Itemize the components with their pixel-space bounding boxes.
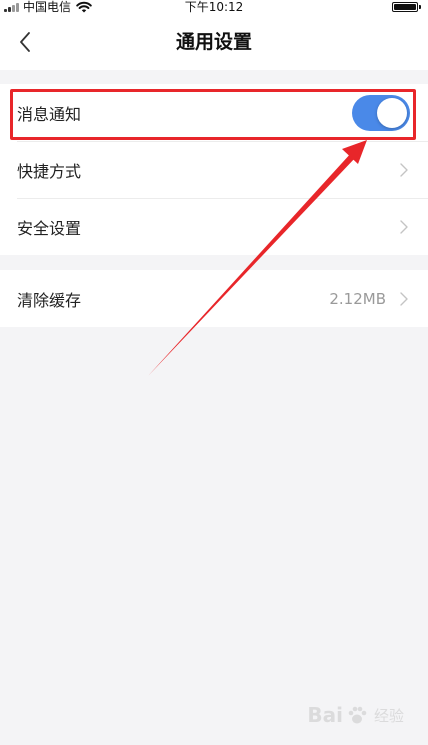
row-label: 快捷方式: [17, 161, 82, 181]
chevron-left-icon: [20, 32, 30, 52]
settings-group-storage: 清除缓存 2.12MB: [0, 270, 428, 327]
baidu-watermark: Bai 经验: [307, 703, 404, 727]
settings-group-general: 消息通知 快捷方式 安全设置: [0, 84, 428, 255]
row-label: 消息通知: [17, 104, 82, 124]
cache-size-value: 2.12MB: [329, 289, 386, 308]
watermark-sub: 经验: [373, 706, 404, 725]
row-shortcuts[interactable]: 快捷方式: [0, 141, 428, 198]
status-bar: 中国电信 下午10:12: [0, 0, 428, 14]
status-time: 下午10:12: [184, 0, 244, 14]
back-button[interactable]: [10, 27, 40, 57]
chevron-right-icon: [400, 219, 408, 234]
toggle-knob: [377, 97, 407, 128]
page-title: 通用设置: [175, 31, 252, 53]
chevron-right-icon: [400, 291, 408, 306]
paw-icon: [348, 706, 367, 724]
watermark-brand: Bai: [307, 703, 343, 727]
chevron-right-icon: [400, 162, 408, 177]
row-clear-cache[interactable]: 清除缓存 2.12MB: [0, 270, 428, 327]
battery-icon: [392, 2, 421, 12]
notification-toggle[interactable]: [352, 94, 410, 131]
nav-bar: 通用设置: [0, 14, 428, 70]
row-message-notification: 消息通知: [0, 84, 428, 141]
row-label: 清除缓存: [17, 290, 82, 310]
row-security-settings[interactable]: 安全设置: [0, 198, 428, 255]
row-label: 安全设置: [17, 218, 82, 238]
